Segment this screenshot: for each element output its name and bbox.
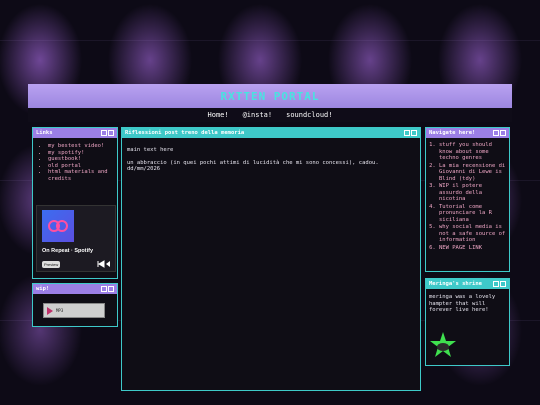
links-list: my bestest video! my spotify! guestbook!…: [38, 143, 112, 182]
shrine-panel-title: Meringa's shrine: [429, 281, 482, 287]
navigate-panel-titlebar: Navigate here!: [426, 128, 509, 138]
navigate-panel: Navigate here! stuff you should know abo…: [425, 127, 510, 272]
nav-page-link[interactable]: Tutorial come pronunciare la R siciliana: [439, 204, 506, 224]
site-title: RXTTEN PORTAL: [220, 89, 320, 103]
minimize-icon[interactable]: [404, 130, 410, 136]
main-text-signature: un abbraccio (in quei pochi attimi di lu…: [127, 159, 379, 173]
playlist-name: On Repeat · Spotify: [42, 248, 94, 254]
player-label: MP3: [56, 308, 64, 313]
minimize-icon[interactable]: [493, 130, 499, 136]
nav-page-link[interactable]: why social media is not a safe source of…: [439, 224, 506, 244]
audio-player[interactable]: MP3: [43, 303, 105, 318]
window-controls: [101, 130, 114, 136]
links-panel-body: my bestest video! my spotify! guestbook!…: [33, 138, 117, 187]
wip-panel-title: wip!: [36, 286, 50, 292]
navigate-panel-body: stuff you should know about some techno …: [426, 138, 509, 256]
minimize-icon[interactable]: [101, 286, 107, 292]
close-icon[interactable]: [500, 130, 506, 136]
infinity-icon: [48, 220, 68, 232]
window-controls: [493, 130, 506, 136]
shrine-text: meringa was a lovely hampter that will f…: [429, 294, 496, 313]
shrine-panel-titlebar: Meringa's shrine: [426, 279, 509, 289]
close-icon[interactable]: [108, 130, 114, 136]
nav-page-link[interactable]: NEW PAGE LINK: [439, 245, 506, 252]
window-controls: [404, 130, 417, 136]
shrine-panel-body: meringa was a lovely hampter that will f…: [426, 289, 509, 319]
spotify-embed[interactable]: On Repeat · Spotify Preview: [36, 205, 116, 272]
wip-panel-titlebar: wip!: [33, 284, 117, 294]
close-icon[interactable]: [108, 286, 114, 292]
shrine-panel: Meringa's shrine meringa was a lovely ha…: [425, 278, 510, 366]
window-controls: [101, 286, 114, 292]
main-panel-titlebar: Riflessioni post treno della memoria: [122, 128, 420, 138]
links-panel-title: Links: [36, 130, 53, 136]
play-icon[interactable]: [47, 306, 53, 315]
nav-home-link[interactable]: Home!: [208, 111, 229, 119]
navigate-panel-title: Navigate here!: [429, 130, 476, 136]
main-content-panel: Riflessioni post treno della memoria mai…: [121, 127, 421, 391]
minimize-icon[interactable]: [493, 281, 499, 287]
link-item[interactable]: html materials and credits: [48, 169, 112, 182]
nav-soundcloud-link[interactable]: soundcloud!: [286, 111, 332, 119]
hamster-star-icon: [430, 332, 456, 357]
link-item[interactable]: my bestest video!: [48, 143, 112, 150]
nav-insta-link[interactable]: @insta!: [243, 111, 273, 119]
preview-button[interactable]: Preview: [42, 261, 61, 268]
playlist-cover: [42, 210, 74, 242]
minimize-icon[interactable]: [101, 130, 107, 136]
window-controls: [493, 281, 506, 287]
links-panel-titlebar: Links: [33, 128, 117, 138]
navigate-list: stuff you should know about some techno …: [429, 142, 506, 251]
nav-page-link[interactable]: stuff you should know about some techno …: [439, 142, 506, 162]
main-panel-title: Riflessioni post treno della memoria: [125, 130, 245, 136]
close-icon[interactable]: [411, 130, 417, 136]
top-nav: Home! @insta! soundcloud!: [28, 108, 512, 122]
site-header: RXTTEN PORTAL: [28, 84, 512, 110]
background-stripe: [0, 40, 540, 41]
close-icon[interactable]: [500, 281, 506, 287]
nav-page-link[interactable]: WIP il potere assurdo della nicotina: [439, 183, 506, 203]
main-panel-body: main text here un abbraccio (in quei poc…: [122, 138, 420, 178]
skip-back-icon[interactable]: [97, 260, 113, 268]
nav-page-link[interactable]: La mia recensione di Giovanni di Lewe is…: [439, 163, 506, 183]
